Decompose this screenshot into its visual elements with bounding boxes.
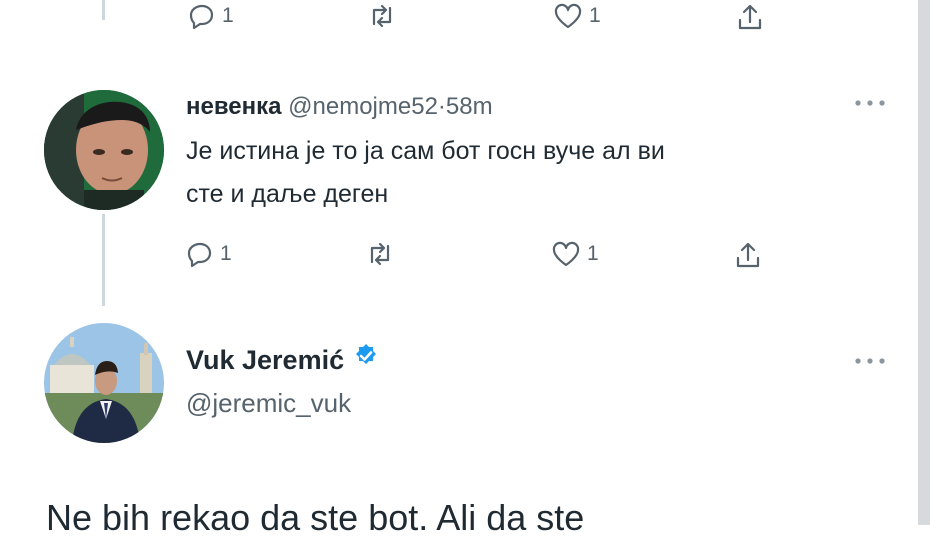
retweet-button[interactable]	[366, 2, 398, 30]
avatar[interactable]	[44, 90, 164, 210]
reply-icon	[188, 2, 216, 30]
timestamp[interactable]: 58m	[446, 93, 493, 120]
tweet-top-actions: 1 1	[0, 2, 930, 42]
avatar[interactable]	[44, 323, 164, 443]
retweet-icon	[364, 240, 396, 268]
retweet-icon	[366, 2, 398, 30]
retweet-button[interactable]	[364, 240, 396, 268]
share-button[interactable]	[735, 2, 765, 32]
reply-button[interactable]: 1	[186, 240, 232, 268]
more-icon	[852, 354, 888, 371]
user-handle[interactable]: @nemojme52	[288, 93, 438, 120]
reply-icon	[186, 240, 214, 268]
reply-count: 1	[220, 242, 232, 265]
like-count: 1	[587, 242, 599, 265]
heart-icon	[553, 2, 583, 30]
display-name[interactable]: невенка	[186, 93, 281, 120]
tweet-nevenka[interactable]: невенка @nemojme52·58m Је истина је то ј…	[0, 80, 918, 290]
share-icon	[735, 2, 765, 32]
more-options-button[interactable]	[852, 354, 888, 372]
tweet-text: Ne bih rekao da ste bot. Ali da ste	[46, 497, 585, 538]
more-icon	[852, 96, 888, 113]
reply-button[interactable]: 1	[188, 2, 234, 30]
tweet-actions: 1 1	[0, 240, 918, 280]
avatar-photo	[44, 323, 164, 443]
tweet-vuk[interactable]: Vuk Jeremić @jeremic_vuk Ne bih rekao da…	[0, 320, 918, 538]
like-button[interactable]: 1	[553, 2, 601, 30]
like-count: 1	[589, 4, 601, 27]
separator-dot: ·	[437, 93, 446, 120]
share-icon	[733, 240, 763, 270]
avatar-photo	[44, 90, 164, 210]
display-name[interactable]: Vuk Jeremić	[186, 343, 344, 377]
more-options-button[interactable]	[852, 96, 888, 114]
tweet-header: Vuk Jeremić	[186, 342, 380, 378]
like-button[interactable]: 1	[551, 240, 599, 268]
reply-count: 1	[222, 4, 234, 27]
share-button[interactable]	[733, 240, 763, 270]
scrollbar-track[interactable]	[918, 0, 930, 525]
user-handle[interactable]: @jeremic_vuk	[186, 386, 351, 420]
verified-badge-icon	[352, 342, 380, 378]
heart-icon	[551, 240, 581, 268]
tweet-text: Је истина је то ја сам бот госн вуче ал …	[186, 130, 665, 216]
tweet-header: невенка @nemojme52·58m	[186, 92, 493, 122]
tweet-text-line: Је истина је то ја сам бот госн вуче ал …	[186, 137, 665, 165]
tweet-text-line: сте и даље деген	[186, 180, 389, 208]
